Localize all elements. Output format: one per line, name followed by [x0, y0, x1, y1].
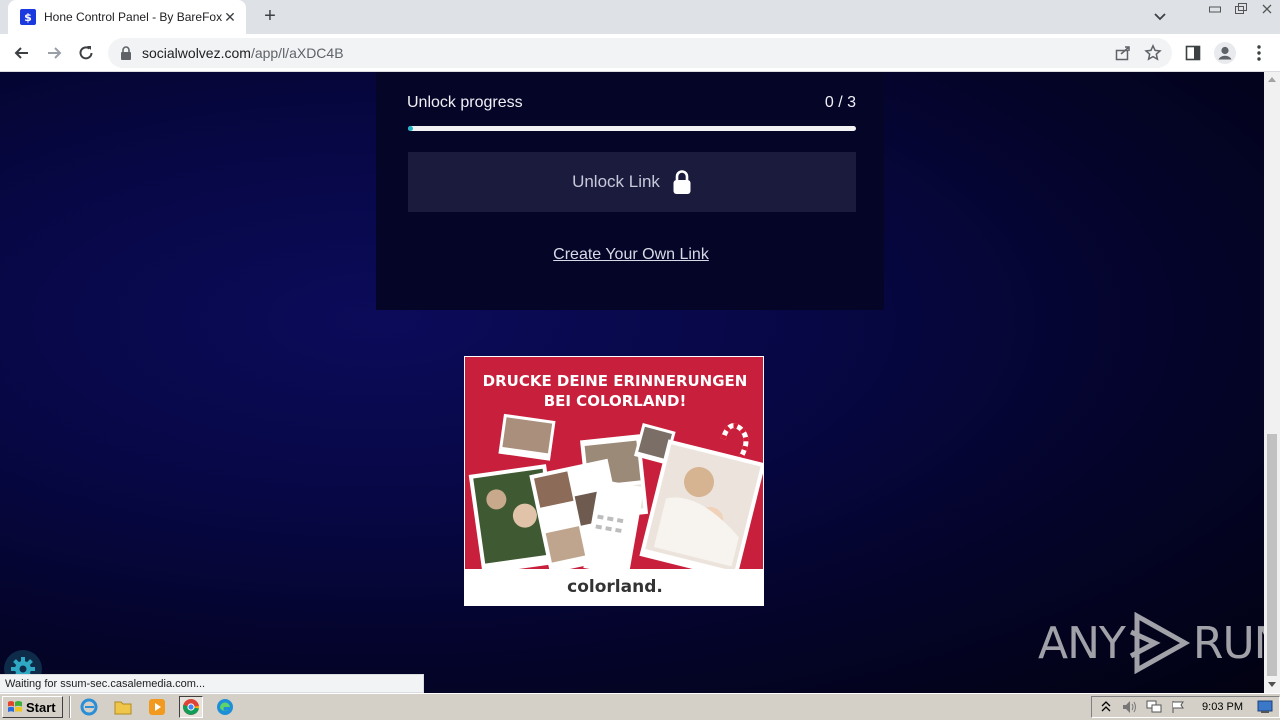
restore-button[interactable]: [1228, 0, 1254, 18]
folder-icon[interactable]: [111, 696, 135, 718]
reload-icon: [79, 46, 93, 60]
network-icon[interactable]: [1146, 699, 1162, 715]
unlock-progress-label: Unlock progress: [407, 94, 523, 111]
volume-icon[interactable]: [1122, 699, 1138, 715]
side-panel-icon: [1185, 45, 1201, 61]
start-label: Start: [26, 699, 56, 715]
ad-brand-logo: colorland.: [465, 569, 763, 605]
back-button[interactable]: [10, 41, 34, 65]
forward-arrow-icon: [48, 47, 62, 59]
scroll-up-arrow-icon[interactable]: [1268, 76, 1276, 84]
kebab-menu-icon: [1257, 45, 1261, 61]
play-triangle-icon: [1129, 612, 1190, 674]
taskbar-clock[interactable]: 9:03 PM: [1202, 701, 1243, 713]
unlock-link-button[interactable]: Unlock Link: [408, 152, 856, 212]
tab-search-chevron-icon[interactable]: [1150, 8, 1170, 26]
lock-icon: [121, 46, 131, 60]
create-own-link-anchor[interactable]: Create Your Own Link: [553, 246, 709, 263]
tray-expand-icon[interactable]: [1098, 699, 1114, 715]
browser-tab[interactable]: $ Hone Control Panel - By BareFox ✕: [8, 0, 246, 34]
unlock-progress-bar: [408, 126, 856, 131]
scroll-down-arrow-icon[interactable]: [1268, 680, 1276, 688]
unlock-progress-count: 0 / 3: [824, 94, 856, 111]
unlock-link-label: Unlock Link: [572, 172, 660, 191]
tab-favicon-icon: $: [20, 9, 36, 25]
address-bar[interactable]: socialwolvez.com/app/l/aXDC4B: [108, 38, 1172, 68]
system-tray: 9:03 PM: [1091, 696, 1280, 718]
status-bar-text: Waiting for ssum-sec.casalemedia.com...: [0, 674, 424, 693]
close-window-button[interactable]: [1254, 0, 1280, 18]
edge-icon[interactable]: [213, 696, 237, 718]
url-text: socialwolvez.com/app/l/aXDC4B: [142, 45, 344, 61]
windows-taskbar: Start 9:03 PM: [0, 693, 1280, 720]
tab-title: Hone Control Panel - By BareFox: [44, 10, 222, 24]
create-own-link: Create Your Own Link: [376, 246, 886, 264]
new-tab-button[interactable]: +: [258, 5, 282, 29]
forward-button[interactable]: [42, 41, 66, 65]
side-panel-button[interactable]: [1182, 42, 1204, 64]
tab-close-icon[interactable]: ✕: [222, 9, 238, 26]
minimize-button[interactable]: [1202, 0, 1228, 18]
taskbar-separator: [68, 696, 71, 718]
watermark-text-left: ANY: [1038, 617, 1126, 669]
watermark-text-right: RUN: [1192, 617, 1264, 669]
scrollbar-thumb[interactable]: [1267, 434, 1277, 676]
browser-menu-button[interactable]: [1248, 42, 1270, 64]
windows-logo-icon: [8, 701, 22, 712]
bookmark-star-icon[interactable]: [1144, 43, 1162, 62]
show-desktop-icon[interactable]: [1257, 699, 1273, 715]
padlock-icon: [673, 170, 691, 194]
anyrun-watermark: ANY RUN: [1038, 612, 1264, 674]
tab-strip: $ Hone Control Panel - By BareFox ✕ +: [0, 0, 1280, 34]
profile-avatar[interactable]: [1214, 42, 1236, 64]
unlock-card: Unlock progress 0 / 3 Unlock Link Create…: [376, 72, 884, 310]
page-viewport: Unlock progress 0 / 3 Unlock Link Create…: [0, 72, 1264, 693]
browser-toolbar: socialwolvez.com/app/l/aXDC4B: [0, 34, 1280, 72]
start-button[interactable]: Start: [2, 696, 63, 718]
chrome-icon[interactable]: [178, 696, 203, 718]
reload-button[interactable]: [74, 41, 98, 65]
page-scrollbar[interactable]: [1264, 72, 1280, 693]
window-controls: [1202, 0, 1280, 18]
action-center-flag-icon[interactable]: [1170, 699, 1186, 715]
internet-explorer-icon[interactable]: [77, 696, 101, 718]
unlock-progress-fill: [408, 126, 413, 131]
media-player-icon[interactable]: [145, 696, 169, 718]
profile-icon: [1214, 42, 1236, 64]
advertisement-banner[interactable]: DRUCKE DEINE ERINNERUNGEN BEI COLORLAND!…: [464, 356, 764, 606]
back-arrow-icon: [14, 47, 28, 59]
share-icon[interactable]: [1114, 44, 1132, 62]
